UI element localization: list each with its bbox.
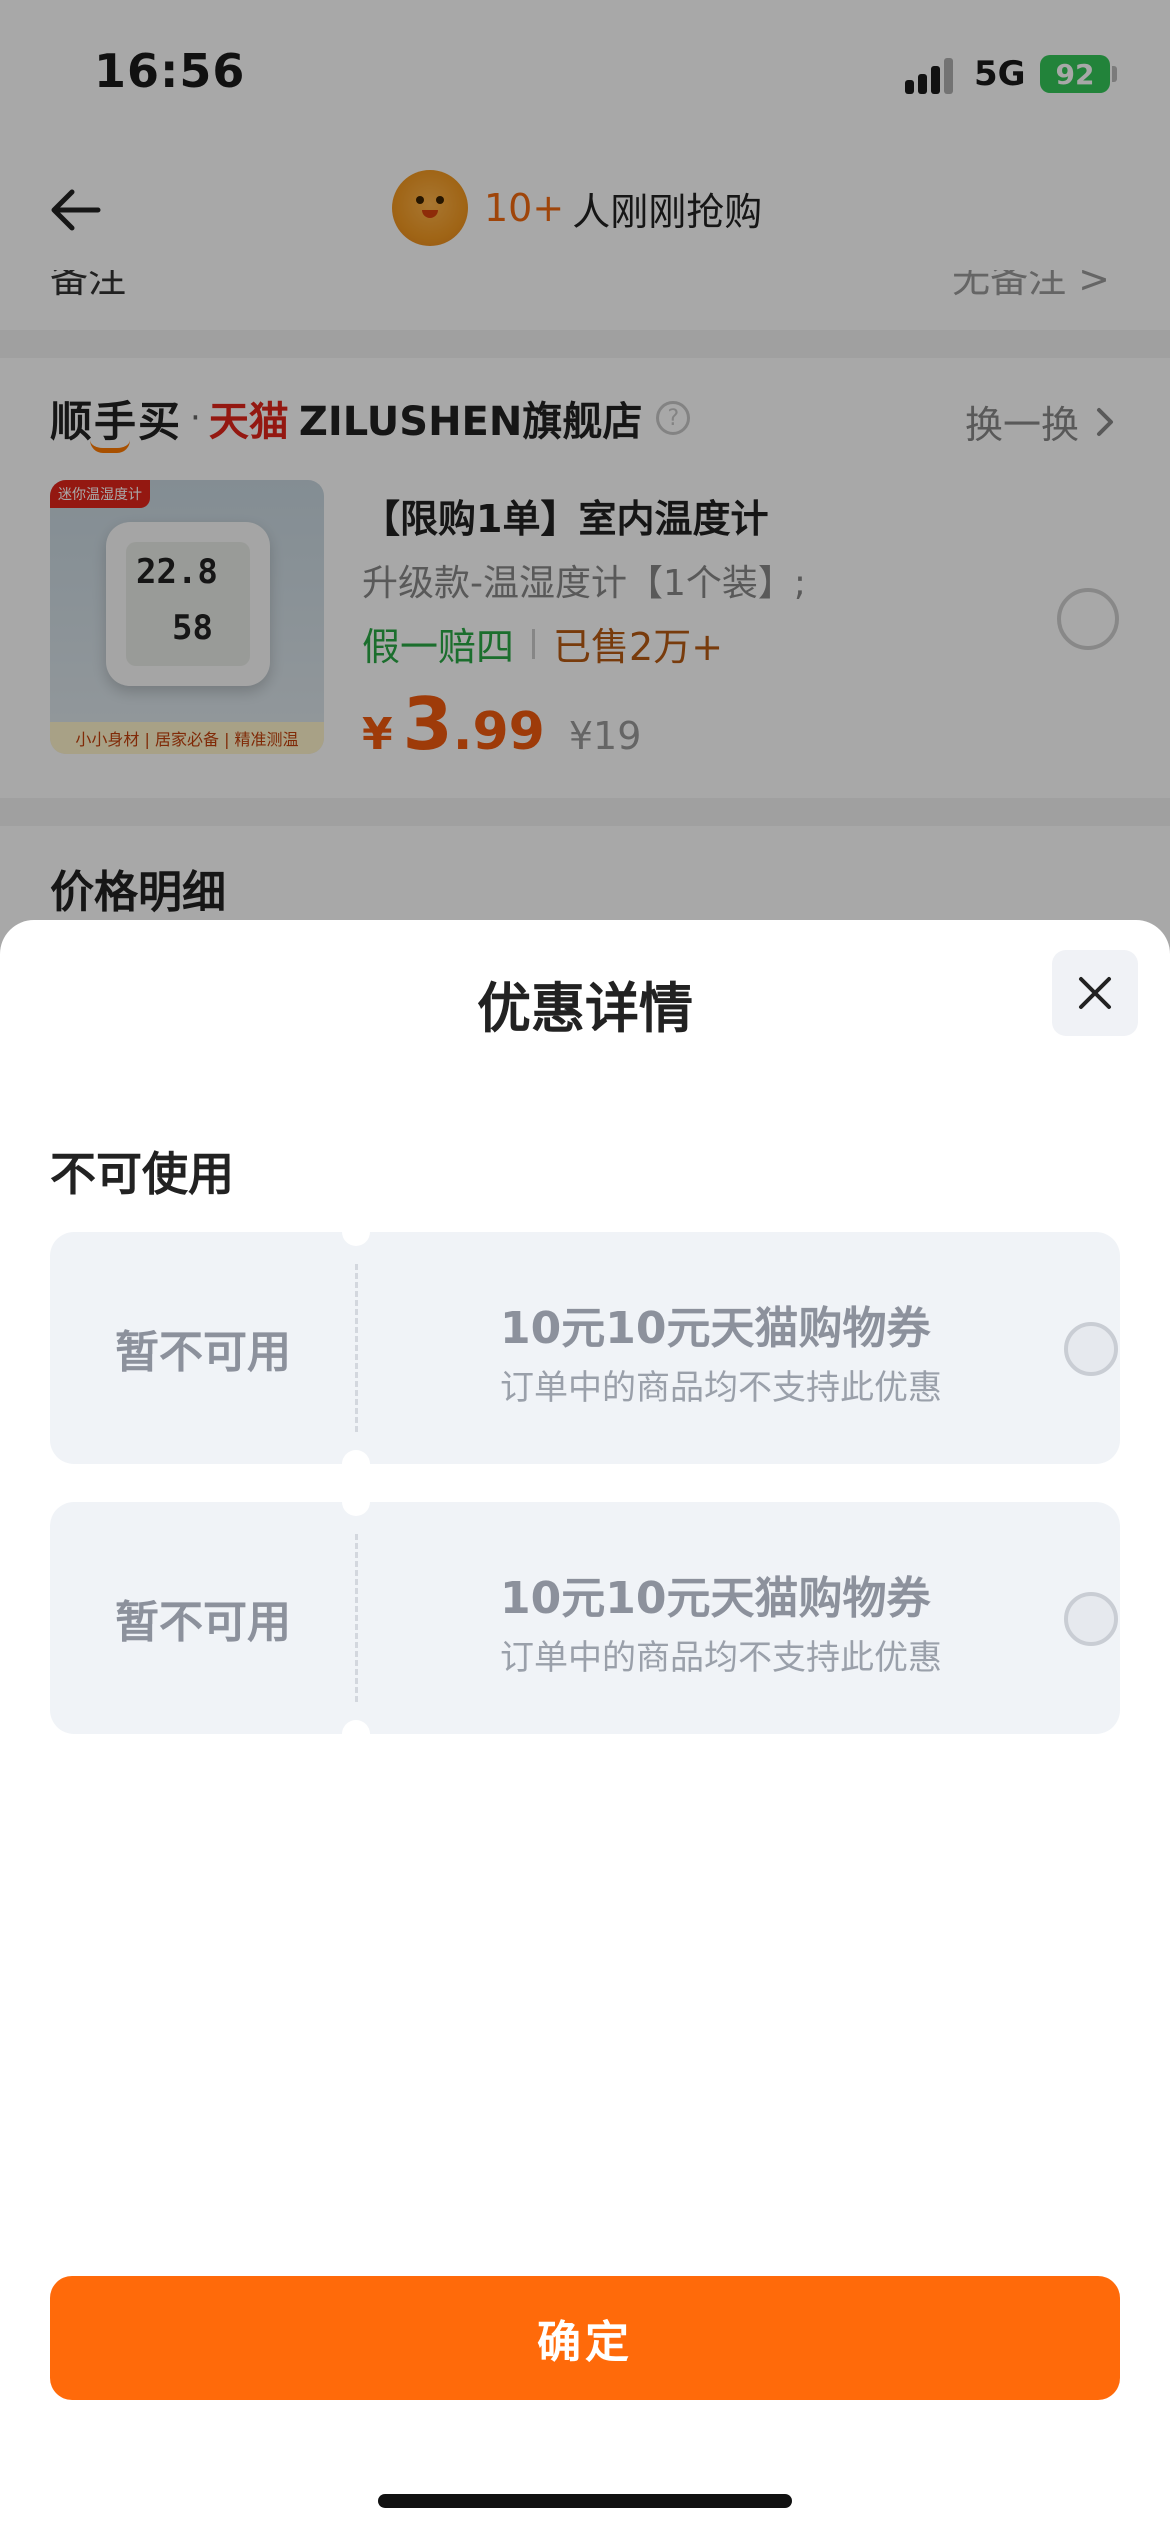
coupon-radio[interactable] xyxy=(1064,1322,1118,1376)
discount-details-sheet: 优惠详情 不可使用 暂不可用 10元10元天猫购物券 订单中的商品均不支持此优惠… xyxy=(0,920,1170,2532)
coupon-title: 10元10元天猫购物券 xyxy=(500,1303,931,1354)
coupon-notch xyxy=(342,1488,370,1516)
unavailable-section-label: 不可使用 xyxy=(50,1147,234,1201)
coupon-divider xyxy=(355,1534,358,1702)
coupon-card[interactable]: 暂不可用 10元10元天猫购物券 订单中的商品均不支持此优惠 xyxy=(50,1488,1120,1748)
coupon-status: 暂不可用 xyxy=(50,1502,356,1734)
page: 16:56 5G 92 10+ 人刚刚抢购 备注 无备注 > 顺手买 · 天猫 … xyxy=(0,0,1170,2532)
coupon-divider xyxy=(355,1264,358,1432)
coupon-body: 10元10元天猫购物券 订单中的商品均不支持此优惠 xyxy=(356,1502,1120,1734)
coupon-description: 订单中的商品均不支持此优惠 xyxy=(500,1638,942,1678)
coupon-notch xyxy=(342,1720,370,1748)
coupon-radio[interactable] xyxy=(1064,1592,1118,1646)
coupon-body: 10元10元天猫购物券 订单中的商品均不支持此优惠 xyxy=(356,1232,1120,1464)
coupon-status: 暂不可用 xyxy=(50,1232,356,1464)
coupon-notch xyxy=(342,1450,370,1478)
close-button[interactable] xyxy=(1052,950,1138,1036)
sheet-title: 优惠详情 xyxy=(477,977,693,1040)
home-indicator[interactable] xyxy=(378,2494,792,2508)
close-icon xyxy=(1079,977,1111,1009)
coupon-notch xyxy=(342,1218,370,1246)
coupon-description: 订单中的商品均不支持此优惠 xyxy=(500,1368,942,1408)
coupon-card[interactable]: 暂不可用 10元10元天猫购物券 订单中的商品均不支持此优惠 xyxy=(50,1218,1120,1478)
coupon-title: 10元10元天猫购物券 xyxy=(500,1573,931,1624)
confirm-button[interactable]: 确定 xyxy=(50,2276,1120,2400)
